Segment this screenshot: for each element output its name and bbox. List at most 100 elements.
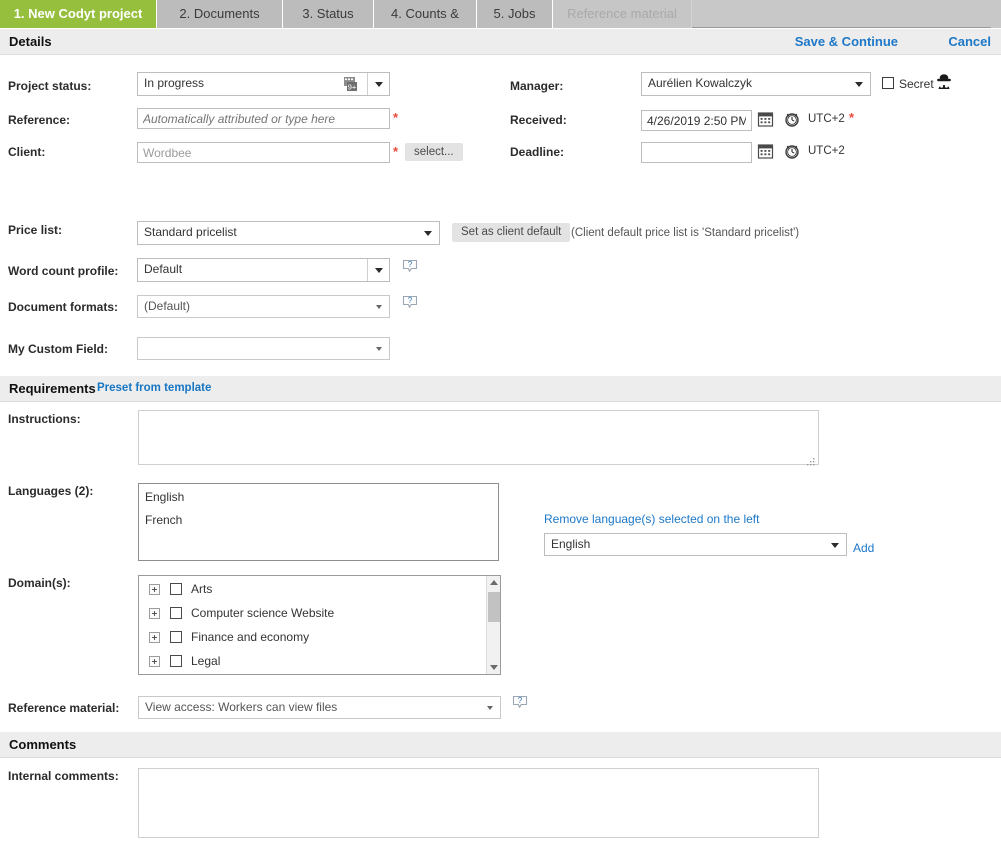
document-formats-select[interactable]: (Default) [137, 295, 390, 318]
list-item[interactable]: English [139, 484, 498, 507]
custom-field-label: My Custom Field: [8, 342, 108, 356]
price-list-note: (Client default price list is 'Standard … [571, 227, 799, 239]
details-section-header: Details Save & Continue Cancel [0, 29, 1001, 55]
tab-jobs[interactable]: 5. Jobs [477, 0, 553, 28]
expand-icon[interactable] [149, 632, 160, 643]
domain-checkbox[interactable] [170, 631, 182, 643]
requirements-title: Requirements [9, 381, 96, 396]
tab-bar-filler [991, 0, 1001, 28]
svg-text:?: ? [408, 260, 413, 269]
tab-new-codyt-project[interactable]: 1. New Codyt project [0, 0, 157, 28]
word-count-profile-select[interactable]: Default [137, 258, 390, 282]
languages-listbox[interactable]: English French [138, 483, 499, 561]
tab-counts[interactable]: 4. Counts & [374, 0, 477, 28]
received-date-input[interactable] [641, 110, 752, 131]
internal-comments-textarea[interactable] [138, 768, 819, 838]
expand-icon[interactable] [149, 584, 160, 595]
reference-required-mark: * [393, 110, 398, 125]
price-list-value: Standard pricelist [144, 225, 415, 239]
tab-documents[interactable]: 2. Documents [157, 0, 283, 28]
comments-section-header: Comments [0, 732, 1001, 758]
secret-checkbox[interactable] [882, 77, 894, 89]
reference-input[interactable] [137, 108, 390, 129]
custom-field-select[interactable] [137, 337, 390, 360]
reference-material-value: View access: Workers can view files [145, 700, 476, 714]
reference-label: Reference: [8, 113, 70, 127]
manager-dropdown-arrow[interactable] [848, 73, 870, 95]
tab-label: 5. Jobs [494, 6, 536, 21]
list-item[interactable]: French [139, 507, 498, 530]
language-add-select[interactable]: English [544, 533, 847, 556]
set-as-client-default-button[interactable]: Set as client default [452, 223, 570, 242]
price-list-dropdown-arrow[interactable] [417, 222, 439, 244]
add-language-link[interactable]: Add [853, 541, 874, 555]
manager-select[interactable]: Aurélien Kowalczyk [641, 72, 871, 96]
scroll-up-arrow-icon[interactable] [487, 576, 500, 590]
project-status-dropdown-arrow[interactable] [367, 73, 389, 95]
document-formats-dropdown-arrow[interactable] [369, 296, 389, 317]
help-bubble-icon[interactable]: ? [402, 295, 418, 311]
price-list-label: Price list: [8, 223, 62, 237]
svg-text:?: ? [408, 296, 413, 305]
tree-row[interactable]: Legal [139, 651, 500, 675]
manager-value: Aurélien Kowalczyk [648, 76, 846, 90]
tree-row[interactable]: Finance and economy [139, 627, 500, 651]
domains-label: Domain(s): [8, 576, 71, 590]
scrollbar-thumb[interactable] [488, 592, 500, 622]
cancel-link[interactable]: Cancel [948, 34, 991, 49]
domain-label: Computer science Website [191, 606, 334, 620]
language-add-value: English [551, 537, 822, 551]
word-count-profile-dropdown-arrow[interactable] [367, 259, 389, 281]
instructions-label: Instructions: [8, 412, 81, 426]
clock-icon[interactable] [783, 110, 801, 128]
custom-field-dropdown-arrow[interactable] [369, 338, 389, 359]
domain-label: Arts [191, 582, 212, 596]
tab-bar: 1. New Codyt project 2. Documents 3. Sta… [0, 0, 1001, 28]
tree-row[interactable]: Arts [139, 579, 500, 603]
tree-row[interactable]: Computer science Website [139, 603, 500, 627]
domain-checkbox[interactable] [170, 655, 182, 667]
domain-checkbox[interactable] [170, 607, 182, 619]
price-list-select[interactable]: Standard pricelist [137, 221, 440, 245]
client-label: Client: [8, 145, 45, 159]
project-details-page: 1. New Codyt project 2. Documents 3. Sta… [0, 0, 1001, 851]
requirements-section-header: Requirements Preset from template [0, 376, 1001, 402]
word-count-profile-value: Default [144, 262, 365, 276]
domains-tree[interactable]: Arts Computer science Website Finance an… [138, 575, 501, 675]
deadline-date-input[interactable] [641, 142, 752, 163]
tab-status[interactable]: 3. Status [283, 0, 374, 28]
save-and-continue-link[interactable]: Save & Continue [795, 34, 898, 49]
client-select-button[interactable]: select... [405, 143, 463, 161]
reference-material-select[interactable]: View access: Workers can view files [138, 696, 501, 719]
project-status-label: Project status: [8, 79, 91, 93]
instructions-textarea[interactable] [138, 410, 819, 465]
expand-icon[interactable] [149, 656, 160, 667]
comments-title: Comments [9, 737, 76, 752]
internal-comments-label: Internal comments: [8, 769, 119, 783]
reference-material-dropdown-arrow[interactable] [480, 697, 500, 718]
calendar-icon[interactable] [757, 111, 774, 128]
svg-text:9+: 9+ [348, 82, 357, 91]
remove-languages-link[interactable]: Remove language(s) selected on the left [544, 512, 759, 526]
calendar-icon[interactable] [757, 143, 774, 160]
preset-from-template-link[interactable]: Preset from template [97, 382, 211, 394]
deadline-label: Deadline: [510, 145, 564, 159]
secret-label: Secret [899, 77, 934, 91]
client-input[interactable] [137, 142, 390, 163]
status-badge-icon[interactable]: 9+ [342, 76, 359, 93]
project-status-select[interactable]: In progress 9+ [137, 72, 390, 96]
instructions-resize-grip[interactable] [807, 455, 815, 463]
project-status-value: In progress [144, 76, 341, 90]
reference-material-label: Reference material: [8, 701, 119, 715]
languages-label: Languages (2): [8, 484, 93, 498]
domain-checkbox[interactable] [170, 583, 182, 595]
help-bubble-icon[interactable]: ? [512, 695, 528, 711]
language-add-dropdown-arrow[interactable] [824, 534, 846, 555]
scroll-down-arrow-icon[interactable] [487, 660, 500, 674]
clock-icon[interactable] [783, 142, 801, 160]
help-bubble-icon[interactable]: ? [402, 259, 418, 275]
domains-scrollbar[interactable] [486, 576, 500, 674]
domain-label: Legal [191, 654, 220, 668]
tab-label: 2. Documents [179, 6, 259, 21]
expand-icon[interactable] [149, 608, 160, 619]
